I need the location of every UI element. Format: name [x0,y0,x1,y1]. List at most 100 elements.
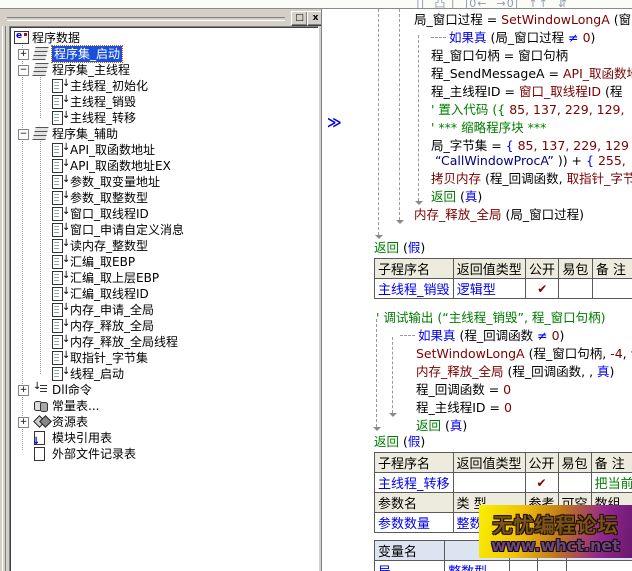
tree-item-label[interactable]: 程序集_启动 [52,46,122,62]
table-cell[interactable] [510,561,538,571]
table-cell[interactable]: 返回值类型 [453,453,525,473]
panel-gripper[interactable] [7,17,285,21]
panel-title-bar[interactable]: □ x [0,9,321,26]
table-cell[interactable]: 主线程_转移 [375,473,454,493]
tree-item-label[interactable]: 程序数据 [32,30,80,46]
tree-item-label[interactable]: 常量表... [52,398,99,414]
code-line[interactable]: 程_主线程ID = 窗口_取线程ID (程 [431,84,622,100]
tree-item[interactable]: 主线程_转移 [12,110,316,126]
tree-item[interactable]: + 程序集_启动 [12,46,316,62]
code-line[interactable]: 如果真 (局_窗口过程 ≠ 0) [431,30,595,46]
tree-item-label[interactable]: 窗口_申请自定义消息 [70,222,184,238]
tree-item-label[interactable]: 模块引用表 [52,430,112,446]
tree-item-label[interactable]: 汇编_取线程ID [70,286,149,302]
table-header-row[interactable]: 子程序名返回值类型公开易包备 注 [375,259,632,279]
procedure-table[interactable]: 子程序名返回值类型公开易包备 注主线程_销毁逻辑型✔ [374,258,632,299]
tree-item[interactable]: 汇编_取EBP [12,254,316,270]
tree-item[interactable]: 参数_取变量地址 [12,174,316,190]
table-cell[interactable]: ✔ [525,473,558,493]
table-cell[interactable] [592,279,632,299]
tree-item[interactable]: 内存_释放_全局 [12,318,316,334]
tree-item-label[interactable]: 线程_启动 [70,366,124,382]
table-row[interactable]: 局整数型 [375,561,632,571]
tree-item[interactable]: + Dll命令 [12,382,316,398]
expand-toggle[interactable]: + [18,417,29,428]
code-line[interactable]: 拷贝内存 (程_回调函数, 取指针_字节 [431,171,632,187]
table-cell[interactable]: 把当前 [591,473,632,493]
tree-item[interactable]: 汇编_取上层EBP [12,270,316,286]
table-row[interactable]: 主线程_销毁逻辑型✔ [375,279,632,299]
table-cell[interactable]: 子程序名 [375,259,454,279]
tree-item-label[interactable]: 参数_取变量地址 [70,174,160,190]
code-line[interactable]: 返回 (真) [431,189,482,205]
code-line[interactable]: 程_SendMessageA = API_取函数地址 ( [431,66,632,82]
tree-item[interactable]: 内存_申请_全局 [12,302,316,318]
tree-item[interactable]: 主线程_初始化 [12,78,316,94]
tree-item-label[interactable]: 内存_申请_全局 [70,302,154,318]
tree-item[interactable]: 外部文件记录表 [12,446,316,462]
code-line[interactable]: 内存_释放_全局 (局_窗口过程) [414,207,584,223]
code-line[interactable]: 内存_释放_全局 (程_回调函数, , 真) [416,364,614,380]
table-cell[interactable] [567,561,632,571]
panel-maximize-button[interactable]: □ [291,11,308,26]
expand-toggle[interactable]: + [18,385,29,396]
code-line[interactable]: ' 调试输出 (“主线程_销毁”, 程_窗口句柄) [376,310,606,326]
code-line[interactable]: 返回 (假) [374,240,425,256]
tree-item-label[interactable]: 主线程_初始化 [70,78,148,94]
tree-item-label[interactable]: 汇编_取EBP [70,254,135,270]
table-cell[interactable] [538,561,567,571]
tree-item-label[interactable]: 窗口_取线程ID [70,206,149,222]
code-line[interactable]: 局_字节集 = { 85, 137, 229, 129 [431,138,629,154]
tree-item[interactable]: 窗口_申请自定义消息 [12,222,316,238]
table-cell[interactable] [558,473,591,493]
tree-item[interactable]: 参数_取整数型 [12,190,316,206]
code-line[interactable]: ' 置入代码 ({ 85, 137, 229, 129, [431,102,624,118]
tree-item-label[interactable]: 汇编_取上层EBP [70,270,159,286]
code-line[interactable]: 程_窗口句柄 = 窗口句柄 [431,48,568,64]
tree-item-label[interactable]: 程序集_辅助 [52,126,118,142]
tree-item-label[interactable]: 取指针_字节集 [70,350,148,366]
tree-item[interactable]: 模块引用表 [12,430,316,446]
tree-item[interactable]: − 程序集_主线程 [12,62,316,78]
table-cell[interactable] [453,473,525,493]
table-cell[interactable]: 备 注 [591,453,632,473]
tree-item-label[interactable]: API_取函数地址 [70,142,155,158]
table-cell[interactable]: 参数名 [375,493,454,513]
tree-item-label[interactable]: 外部文件记录表 [52,446,136,462]
code-line[interactable]: 程_回调函数 = 0 [416,382,511,398]
expand-toggle[interactable]: + [18,49,29,60]
table-header-row[interactable]: 子程序名返回值类型公开易包备 注 [375,453,632,473]
table-cell[interactable]: 子程序名 [375,453,454,473]
tree-item-label[interactable]: Dll命令 [52,382,92,398]
table-row[interactable]: 主线程_转移 ✔ 把当前 [375,473,632,493]
tree-item[interactable]: 线程_启动 [12,366,316,382]
expand-toggle[interactable]: − [18,129,29,140]
tree-item[interactable]: 内存_释放_全局线程 [12,334,316,350]
tree-item[interactable]: 程序数据 [12,30,316,46]
tree-item[interactable]: 读内存_整数型 [12,238,316,254]
table-cell[interactable]: 易包 [558,453,591,473]
code-line[interactable]: 返回 (真) [416,418,467,434]
code-line[interactable]: ' *** 缩略程序块 *** [431,120,546,136]
tree-item-label[interactable]: 程序集_主线程 [52,62,130,78]
tree-item[interactable]: 常量表... [12,398,316,414]
tree-item-label[interactable]: 主线程_销毁 [70,94,136,110]
code-line[interactable]: 如果真 (程_回调函数 ≠ 0) [400,328,564,344]
table-cell[interactable]: 备 注 [592,259,632,279]
table-cell[interactable]: 易包 [559,259,592,279]
tree-item-label[interactable]: 参数_取整数型 [70,190,148,206]
code-line[interactable]: “CallWindowProcA” )) + { 255, [435,153,626,169]
tree-item-label[interactable]: 主线程_转移 [70,110,136,126]
tree-item[interactable]: 窗口_取线程ID [12,206,316,222]
table-cell[interactable] [559,279,592,299]
table-cell[interactable]: 逻辑型 [453,279,525,299]
tree-item[interactable]: API_取函数地址 [12,142,316,158]
tree-item-label[interactable]: 读内存_整数型 [70,238,148,254]
tree-item-label[interactable]: 内存_释放_全局 [70,318,154,334]
table-cell[interactable]: 整数型 [445,561,510,571]
tree-item-label[interactable]: 内存_释放_全局线程 [70,334,178,350]
tree-item[interactable]: 汇编_取线程ID [12,286,316,302]
tree-item[interactable]: − 程序集_辅助 [12,126,316,142]
code-line[interactable]: 返回 (假) [374,434,425,450]
table-cell[interactable]: 公开 [526,259,559,279]
